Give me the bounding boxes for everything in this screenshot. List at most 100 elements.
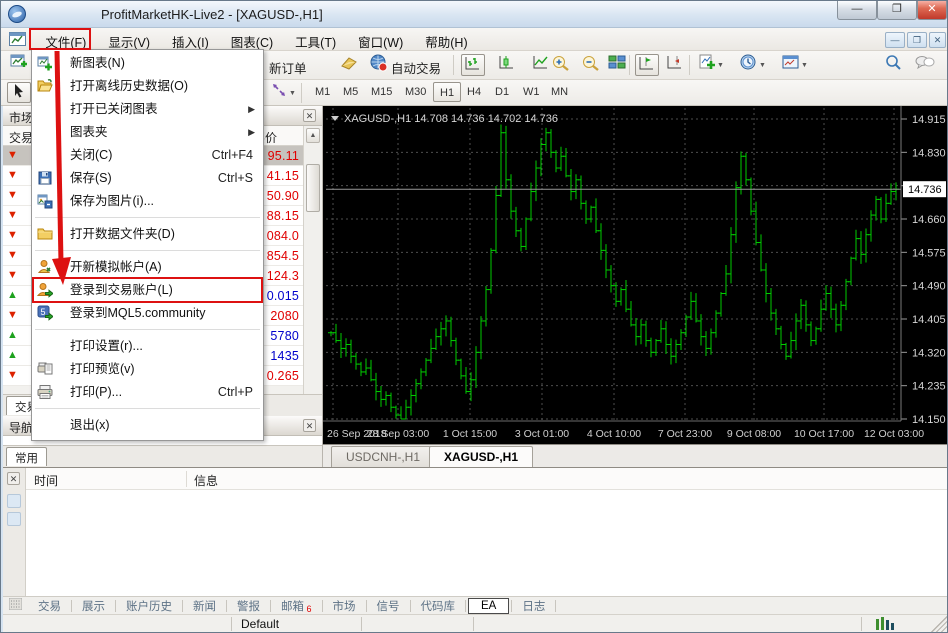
price-down-icon: ▼ xyxy=(7,149,18,161)
scroll-up-icon[interactable]: ▲ xyxy=(306,128,320,143)
file-menu-item-1[interactable]: 打开离线历史数据(O) xyxy=(32,75,263,98)
bottom-tab-3[interactable]: 新闻 xyxy=(183,597,226,615)
chart-window-icon[interactable] xyxy=(9,32,26,46)
price-down-icon: ▼ xyxy=(7,169,18,181)
search-icon[interactable] xyxy=(881,54,905,76)
file-menu-item-5[interactable]: 保存(S)Ctrl+S xyxy=(32,167,263,190)
file-menu-item-8[interactable]: 打开数据文件夹(D) xyxy=(32,223,263,246)
autotrading-button[interactable]: 自动交易 xyxy=(391,58,441,77)
bottom-tab-2[interactable]: 账户历史 xyxy=(116,597,182,615)
bar-chart-type-button[interactable] xyxy=(461,54,485,76)
file-menu-item-0[interactable]: 新图表(N) xyxy=(32,52,263,75)
timeframe-m30[interactable]: M30 xyxy=(399,82,432,102)
chart-tab-usdcnhh1[interactable]: USDCNH-,H1 xyxy=(331,446,435,467)
file-menu-item-3[interactable]: 图表夹▶ xyxy=(32,121,263,144)
terminal-close-icon[interactable]: ✕ xyxy=(7,472,20,485)
timeframe-mn[interactable]: MN xyxy=(545,82,574,102)
bottom-tab-5[interactable]: 邮箱 6 xyxy=(271,597,322,615)
profile-name[interactable]: Default xyxy=(241,617,279,631)
file-menu-item-10[interactable]: 开新模拟帐户(A) xyxy=(32,256,263,279)
price-chart[interactable]: 14.91514.83014.66014.57514.49014.40514.3… xyxy=(323,106,947,444)
autotrading-icon[interactable] xyxy=(367,54,391,76)
close-button[interactable]: ✕ xyxy=(917,1,947,20)
draw-arrows-dropdown[interactable]: ▼ xyxy=(289,90,296,97)
timeframe-w1[interactable]: W1 xyxy=(517,82,546,102)
connection-status-icon xyxy=(875,617,899,633)
bottom-tab-10[interactable]: 日志 xyxy=(512,597,555,615)
svg-text:14.660: 14.660 xyxy=(912,214,946,226)
file-menu-item-2[interactable]: 打开已关闭图表▶ xyxy=(32,98,263,121)
save-image-icon xyxy=(37,193,53,209)
indicators-dropdown[interactable]: ▼ xyxy=(717,62,724,69)
new-order-button[interactable]: 新订单 xyxy=(269,58,307,77)
tile-windows-button[interactable] xyxy=(605,54,629,76)
timeframe-m5[interactable]: M5 xyxy=(337,82,364,102)
svg-text:12 Oct 03:00: 12 Oct 03:00 xyxy=(864,428,924,440)
file-menu-item-15[interactable]: 打印预览(v) xyxy=(32,358,263,381)
timeframe-m1[interactable]: M1 xyxy=(309,82,336,102)
metaeditor-button[interactable] xyxy=(337,54,361,76)
maximize-button[interactable]: ❐ xyxy=(877,1,917,20)
window-title: ProfitMarketHK-Live2 - [XAGUSD-,H1] xyxy=(101,7,323,22)
bottom-tab-9[interactable]: EA xyxy=(468,598,509,614)
new-chart-button[interactable] xyxy=(7,54,31,76)
column-message[interactable]: 信息 xyxy=(194,472,218,489)
svg-text:14.320: 14.320 xyxy=(912,347,946,359)
draw-arrows-button[interactable] xyxy=(267,82,291,103)
bottom-tab-8[interactable]: 代码库 xyxy=(411,597,466,615)
bid-price: 854.5 xyxy=(267,249,299,263)
chart-area[interactable]: 14.91514.83014.66014.57514.49014.40514.3… xyxy=(323,106,947,444)
title-bar: ProfitMarketHK-Live2 - [XAGUSD-,H1] — ❐ … xyxy=(1,1,947,28)
bid-price: 1435 xyxy=(270,349,299,363)
chart-shift-button[interactable] xyxy=(635,54,659,76)
file-menu-item-12[interactable]: 5登录到MQL5.community xyxy=(32,302,263,325)
indicators-button[interactable] xyxy=(695,54,719,76)
zoom-in-button[interactable] xyxy=(549,54,573,76)
bottom-tab-1[interactable]: 展示 xyxy=(72,597,115,615)
chat-icon[interactable] xyxy=(913,54,937,76)
file-menu-item-4[interactable]: 关闭(C)Ctrl+F4 xyxy=(32,144,263,167)
mdi-close-button[interactable]: ✕ xyxy=(929,32,946,48)
market-watch-close-icon[interactable]: ✕ xyxy=(303,109,316,122)
mdi-restore-button[interactable]: ❐ xyxy=(907,32,927,48)
cursor-button[interactable] xyxy=(7,82,31,103)
file-menu-item-18[interactable]: 退出(x) xyxy=(32,414,263,437)
minimize-button[interactable]: — xyxy=(837,1,877,20)
file-menu-item-14[interactable]: 打印设置(r)... xyxy=(32,335,263,358)
column-time[interactable]: 时间 xyxy=(34,472,58,489)
chart-tab-xagusdh1[interactable]: XAGUSD-,H1 xyxy=(429,446,533,468)
bottom-tab-7[interactable]: 信号 xyxy=(367,597,410,615)
resize-grip[interactable] xyxy=(931,616,947,632)
periods-button[interactable] xyxy=(737,54,761,76)
mdi-minimize-button[interactable]: — xyxy=(885,32,905,48)
bottom-tab-6[interactable]: 市场 xyxy=(323,597,366,615)
timeframe-h4[interactable]: H4 xyxy=(461,82,487,102)
periods-dropdown[interactable]: ▼ xyxy=(759,62,766,69)
current-price-label: 14.736 xyxy=(908,184,942,196)
file-menu-item-16[interactable]: 打印(P)...Ctrl+P xyxy=(32,381,263,404)
menu-separator xyxy=(35,329,260,330)
svg-text:14.405: 14.405 xyxy=(912,314,946,326)
candlestick-type-button[interactable] xyxy=(495,54,519,76)
print-preview-icon xyxy=(37,361,53,377)
templates-dropdown[interactable]: ▼ xyxy=(801,62,808,69)
timeframe-m15[interactable]: M15 xyxy=(365,82,398,102)
scroll-tabs-icon[interactable] xyxy=(9,598,22,613)
file-menu-item-6[interactable]: 保存为图片(i)... xyxy=(32,190,263,213)
printer-icon xyxy=(37,384,53,400)
scrollbar-thumb[interactable] xyxy=(306,164,320,212)
zoom-out-button[interactable] xyxy=(579,54,603,76)
auto-scroll-button[interactable] xyxy=(663,54,687,76)
timeframe-h1[interactable]: H1 xyxy=(433,82,461,102)
price-up-icon: ▲ xyxy=(7,289,18,301)
svg-text:14.235: 14.235 xyxy=(912,381,946,393)
tab-common[interactable]: 常用 xyxy=(6,447,47,466)
bid-price: 0.265 xyxy=(267,369,299,383)
navigator-close-icon[interactable]: ✕ xyxy=(303,419,316,432)
bottom-tab-4[interactable]: 警报 xyxy=(227,597,270,615)
svg-text:14.575: 14.575 xyxy=(912,247,946,259)
chart-plus-icon xyxy=(37,55,53,71)
templates-button[interactable] xyxy=(779,54,803,76)
bottom-tab-0[interactable]: 交易 xyxy=(28,597,71,615)
timeframe-d1[interactable]: D1 xyxy=(489,82,515,102)
